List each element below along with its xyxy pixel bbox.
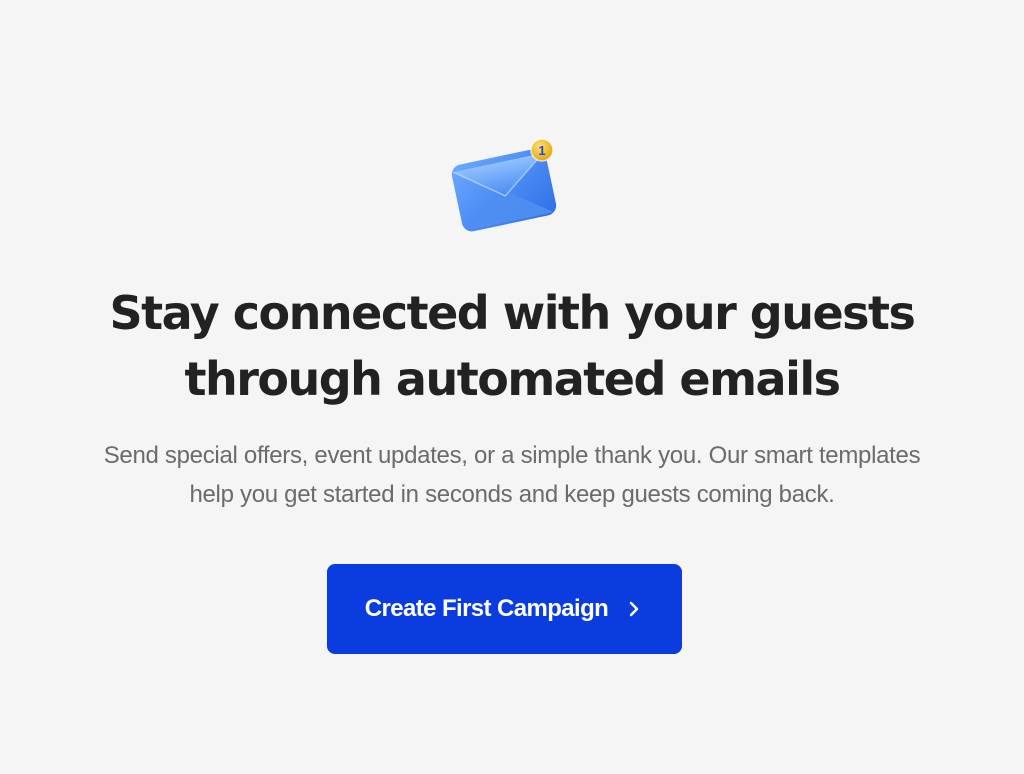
description-line-1: Send special offers, event updates, or a… [103,442,921,469]
envelope-notification-icon: 1 [442,134,566,238]
page-description: Send special offers, event updates, or a… [60,436,964,514]
create-first-campaign-label: Create First Campaign [364,595,609,622]
page-headline: Stay connected with your guests through … [0,280,1024,412]
headline-line-1: Stay connected with your guests [109,286,916,340]
badge-count: 1 [538,143,545,158]
chevron-right-icon [624,599,644,619]
create-first-campaign-button[interactable]: Create First Campaign [327,564,682,654]
description-line-2: help you get started in seconds and keep… [189,481,835,508]
headline-line-2: through automated emails [184,352,841,406]
